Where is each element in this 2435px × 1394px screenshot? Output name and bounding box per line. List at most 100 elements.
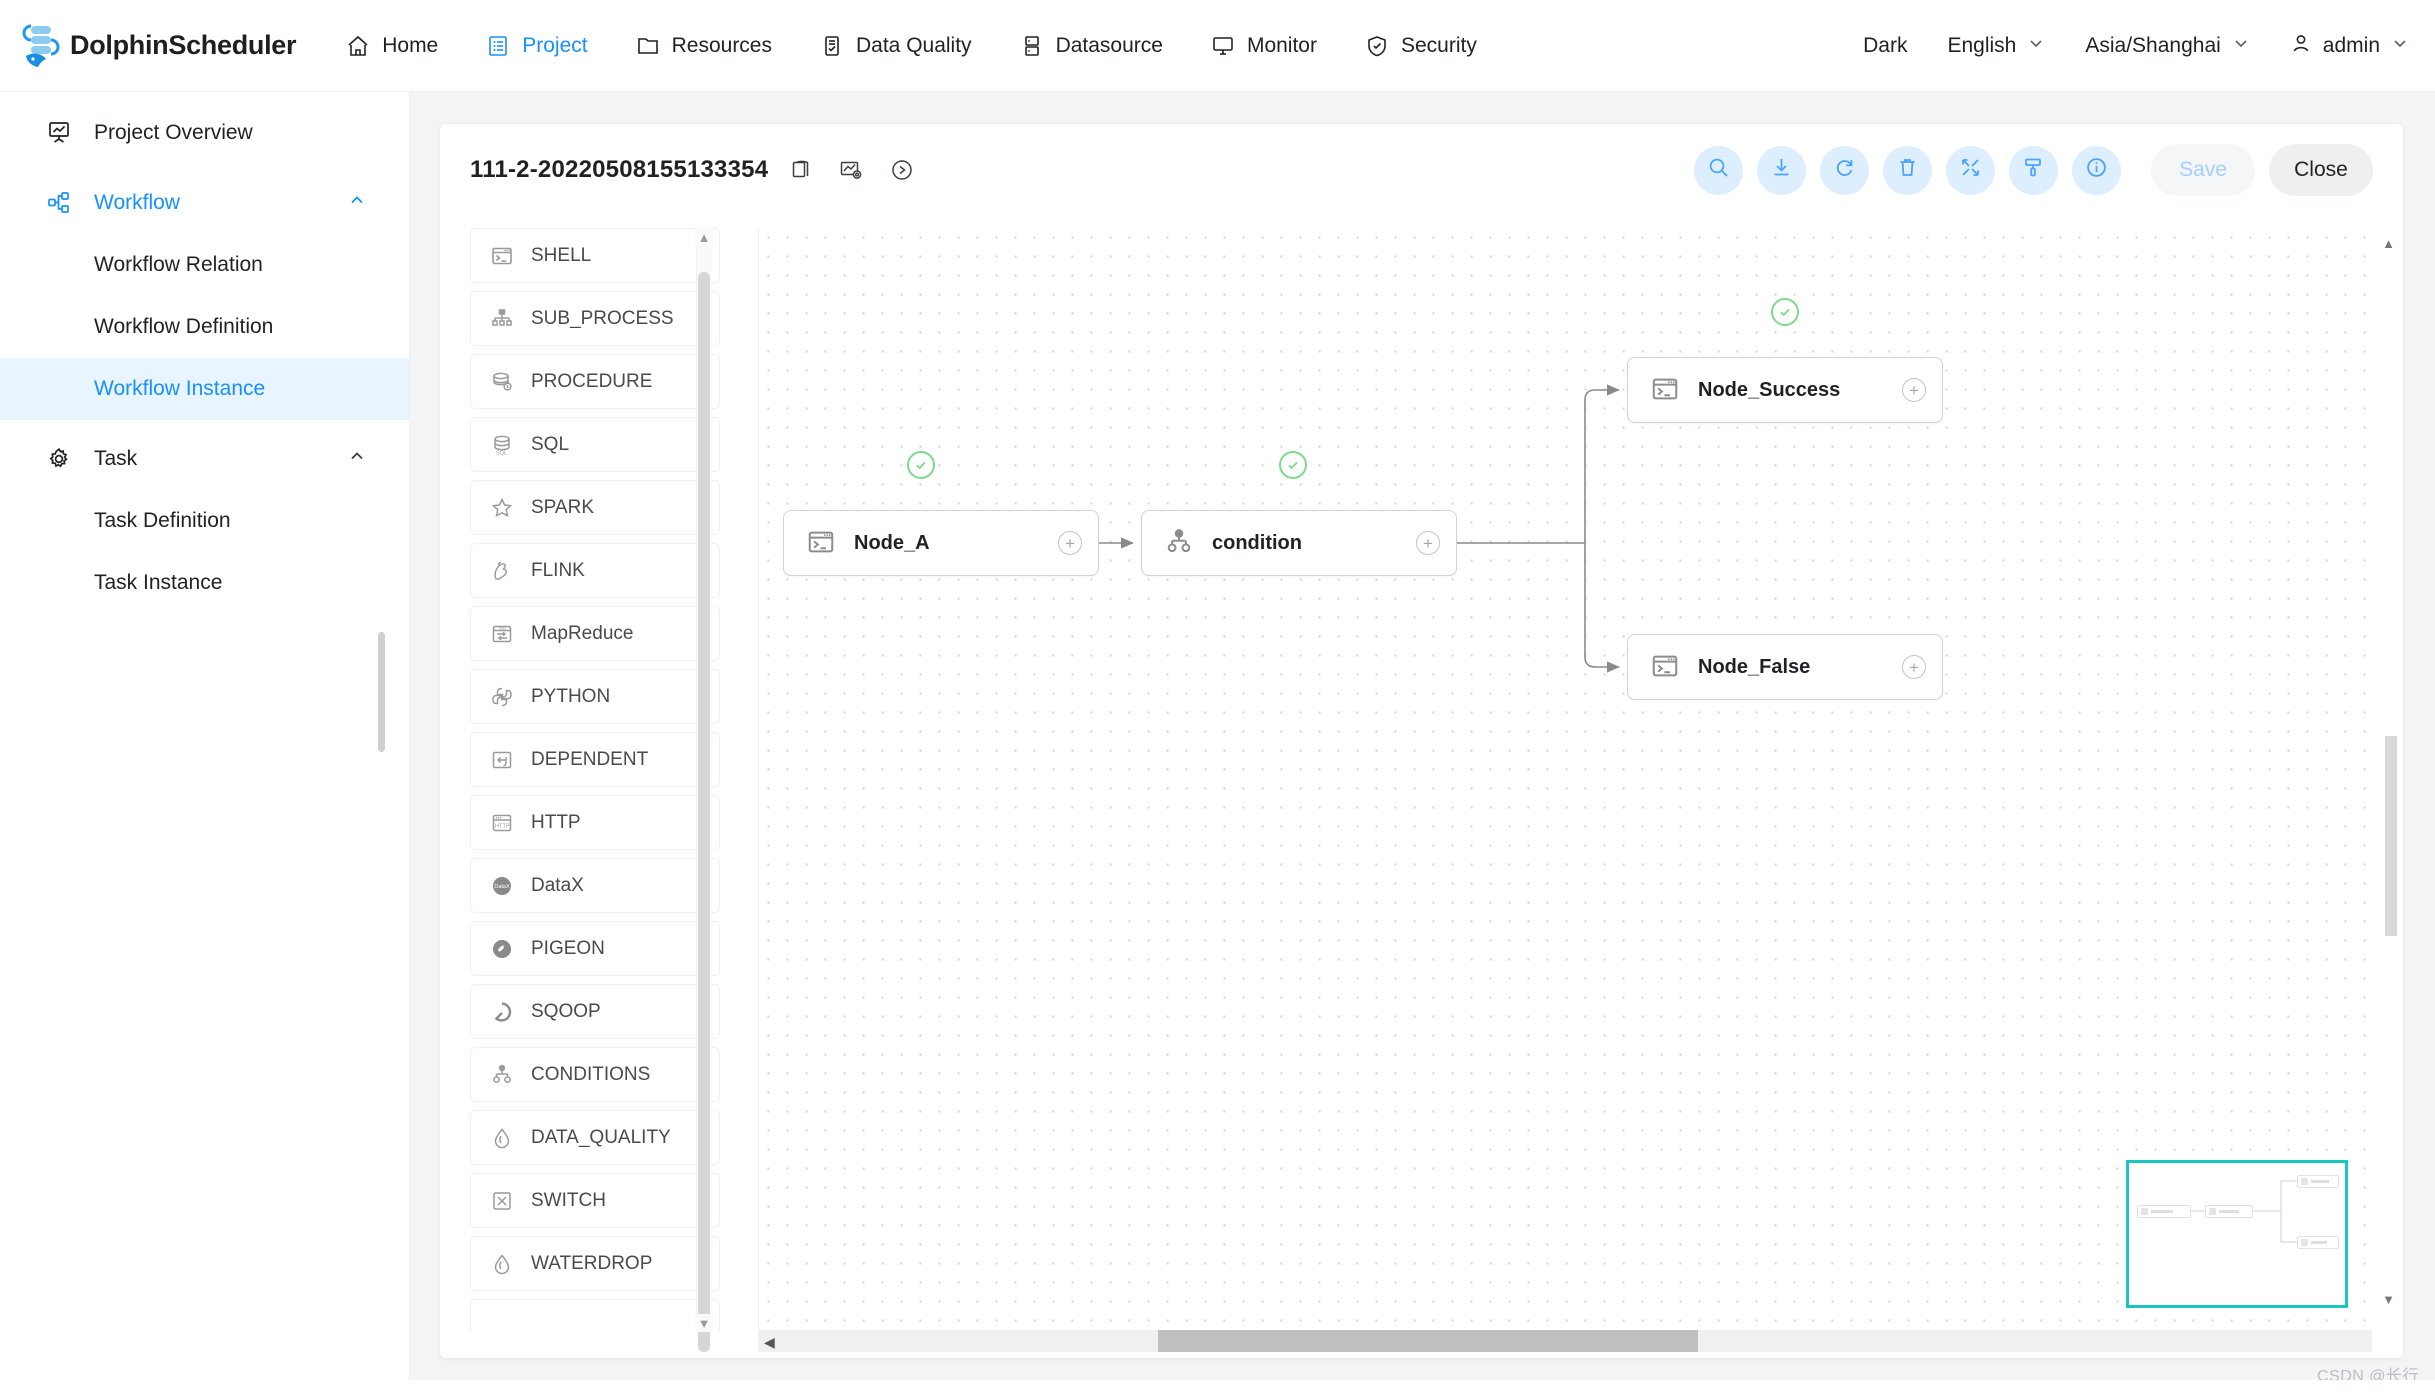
nav-item-resources[interactable]: Resources: [636, 34, 772, 58]
nav-item-datasource[interactable]: Datasource: [1020, 34, 1163, 58]
datax-icon: DataX: [489, 873, 515, 899]
download-button[interactable]: [1757, 145, 1806, 195]
sidebar-scrollbar[interactable]: [378, 632, 385, 752]
canvas-scroll-up-icon[interactable]: ▲: [2382, 236, 2395, 251]
canvas-scroll-down-icon[interactable]: ▼: [2382, 1292, 2395, 1307]
dag-node-node-false[interactable]: Node_False +: [1627, 634, 1943, 700]
fullscreen-button[interactable]: [1946, 145, 1995, 195]
sidebar-item-project-overview[interactable]: Project Overview: [0, 102, 409, 164]
palette-item-procedure[interactable]: PROCEDURE: [470, 354, 720, 409]
palette-item-switch[interactable]: SWITCH: [470, 1173, 720, 1228]
flink-icon: [489, 558, 515, 584]
chevron-up-icon[interactable]: [347, 190, 367, 216]
palette-item-shell[interactable]: SHELL: [470, 228, 720, 283]
palette-item-datax[interactable]: DataX DataX: [470, 858, 720, 913]
download-icon: [1769, 155, 1794, 185]
sidebar-item-workflow-instance[interactable]: Workflow Instance: [0, 358, 409, 420]
workflow-title: 111-2-20220508155133354: [470, 156, 769, 183]
search-button[interactable]: [1694, 145, 1743, 195]
palette-item-http[interactable]: HTTP HTTP: [470, 795, 720, 850]
info-button[interactable]: [2072, 145, 2121, 195]
delete-button[interactable]: [1883, 145, 1932, 195]
copy-icon[interactable]: [790, 159, 812, 181]
palette-item-flink[interactable]: FLINK: [470, 543, 720, 598]
canvas-horizontal-scrollbar-thumb[interactable]: [1158, 1330, 1698, 1352]
refresh-button[interactable]: [1820, 145, 1869, 195]
palette-item-sqoop[interactable]: SQOOP: [470, 984, 720, 1039]
sidebar-item-project-overview-label: Project Overview: [94, 121, 253, 144]
palette-item-python[interactable]: PYTHON: [470, 669, 720, 724]
sidebar-item-task-instance[interactable]: Task Instance: [0, 552, 409, 614]
sidebar-item-workflow-relation-label: Workflow Relation: [94, 253, 263, 276]
workflow-title-icons: [790, 158, 914, 182]
canvas-vertical-scrollbar-thumb[interactable]: [2385, 736, 2397, 936]
palette-item-data-quality[interactable]: DATA_QUALITY: [470, 1110, 720, 1165]
nav-item-security[interactable]: Security: [1365, 34, 1477, 58]
scroll-left-icon[interactable]: ◀: [764, 1334, 775, 1351]
sidebar-item-task-definition[interactable]: Task Definition: [0, 490, 409, 552]
workflow-toolbar: 111-2-20220508155133354 Save Close: [440, 124, 2403, 216]
timezone-label: Asia/Shanghai: [2085, 33, 2221, 57]
chevron-up-icon[interactable]: [347, 446, 367, 472]
dag-node-node-success[interactable]: Node_Success +: [1627, 357, 1943, 423]
palette-item-pigeon-label: PIGEON: [531, 937, 605, 959]
chevron-down-icon: [2027, 34, 2045, 58]
format-button[interactable]: [2009, 145, 2058, 195]
conditions-icon: [489, 1062, 515, 1088]
dag-minimap[interactable]: [2126, 1160, 2348, 1308]
save-button[interactable]: Save: [2151, 144, 2255, 196]
palette-item-conditions[interactable]: CONDITIONS: [470, 1047, 720, 1102]
timezone-selector[interactable]: Asia/Shanghai: [2085, 34, 2249, 58]
palette-scroll-down-icon[interactable]: ▼: [695, 1314, 713, 1332]
brand[interactable]: DolphinScheduler: [18, 22, 297, 70]
language-selector[interactable]: English: [1947, 34, 2045, 58]
nav-item-data-quality[interactable]: Data Quality: [820, 34, 972, 58]
user-menu[interactable]: admin: [2290, 32, 2409, 60]
palette-item-switch-label: SWITCH: [531, 1189, 606, 1211]
palette-item-sql[interactable]: SQL SQL: [470, 417, 720, 472]
theme-toggle[interactable]: Dark: [1863, 34, 1907, 58]
workflow-toolbar-actions: Save Close: [1694, 144, 2373, 196]
palette-item-mapreduce-label: MapReduce: [531, 622, 634, 644]
nav-item-project[interactable]: Project: [486, 34, 588, 58]
sidebar-item-workflow-definition[interactable]: Workflow Definition: [0, 296, 409, 358]
main-content: 111-2-20220508155133354 Save Close SHELL…: [410, 92, 2435, 1394]
palette-item-mapreduce[interactable]: MR MapReduce: [470, 606, 720, 661]
add-connection-icon[interactable]: +: [1902, 378, 1926, 402]
add-connection-icon[interactable]: +: [1416, 531, 1440, 555]
refresh-icon: [1832, 155, 1857, 185]
chart-view-icon[interactable]: [839, 159, 863, 181]
add-connection-icon[interactable]: +: [1902, 655, 1926, 679]
canvas-horizontal-scrollbar[interactable]: ◀: [758, 1330, 2372, 1352]
svg-text:SQL: SQL: [496, 450, 507, 456]
palette-item-pigeon[interactable]: PIGEON: [470, 921, 720, 976]
close-button-label: Close: [2294, 158, 2348, 181]
palette-item-partial[interactable]: [470, 1299, 720, 1332]
close-button[interactable]: Close: [2269, 144, 2373, 196]
palette-item-sub-process[interactable]: SUB_PROCESS: [470, 291, 720, 346]
nav-item-home[interactable]: Home: [346, 34, 438, 58]
status-badge-success: [907, 451, 935, 479]
play-circle-icon[interactable]: [890, 158, 914, 182]
sidebar-group-task[interactable]: Task: [0, 428, 409, 490]
palette-item-spark[interactable]: SPARK: [470, 480, 720, 535]
add-connection-icon[interactable]: +: [1058, 531, 1082, 555]
nav-item-monitor[interactable]: Monitor: [1211, 34, 1317, 58]
sidebar-group-workflow[interactable]: Workflow: [0, 172, 409, 234]
dag-node-node-success-label: Node_Success: [1698, 378, 1841, 401]
gear-icon: [46, 446, 76, 472]
dag-node-node-a[interactable]: Node_A +: [783, 510, 1099, 576]
sidebar-item-workflow-relation[interactable]: Workflow Relation: [0, 234, 409, 296]
dag-node-condition[interactable]: condition +: [1141, 510, 1457, 576]
palette-item-dependent[interactable]: DEPENDENT: [470, 732, 720, 787]
dag-canvas[interactable]: Node_A + condition + Node_Success + Node…: [758, 228, 2372, 1332]
palette-scrollbar-thumb[interactable]: [698, 272, 710, 1352]
palette-scroll-up-icon[interactable]: ▲: [695, 228, 713, 246]
save-button-label: Save: [2179, 158, 2227, 181]
http-icon: HTTP: [489, 810, 515, 836]
palette-item-sqoop-label: SQOOP: [531, 1000, 601, 1022]
palette-item-http-label: HTTP: [531, 811, 581, 833]
palette-item-data-quality-label: DATA_QUALITY: [531, 1126, 671, 1148]
palette-item-waterdrop[interactable]: WATERDROP: [470, 1236, 720, 1291]
status-badge-success: [1771, 298, 1799, 326]
